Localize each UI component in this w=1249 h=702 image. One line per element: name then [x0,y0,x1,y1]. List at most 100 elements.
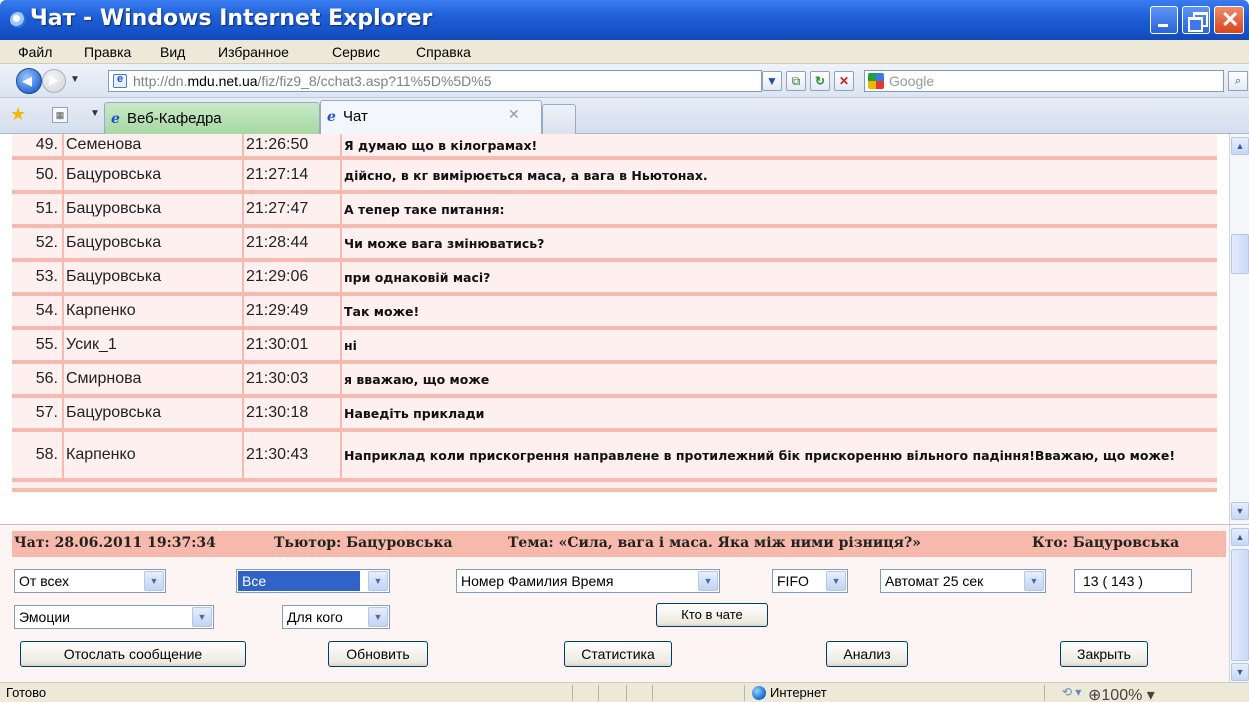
scroll-thumb[interactable] [1231,234,1249,274]
chevron-down-icon: ▼ [1024,571,1044,591]
forward-button[interactable] [42,69,66,93]
chat-row-message: дійсно, в кг вимірюється маса, а вага в … [340,160,1217,190]
ie-tab-icon: e [327,109,336,125]
chat-table: 49. Семенова 21:26:50 Я думаю що в кілограм… [12,134,1217,492]
tab-close-icon[interactable]: ✕ [508,106,520,123]
chat-row: 55. Усик_1 21:30:01 ні [12,330,1217,364]
analysis-button[interactable]: Анализ [826,641,908,667]
sort-fields-select[interactable]: Номер Фамилия Время ▼ [456,569,720,593]
stop-icon[interactable]: ✕ [834,71,854,91]
page-icon [113,73,127,88]
order-select[interactable]: FIFO ▼ [772,569,848,593]
chat-row: 49. Семенова 21:26:50 Я думаю що в кілограм… [12,134,1217,160]
send-message-button[interactable]: Отослать сообщение [20,641,246,667]
nav-history-dropdown-icon[interactable]: ▼ [70,74,80,85]
chat-row-message: я вважаю, що може [340,364,1217,394]
minimize-button[interactable] [1150,6,1178,34]
refresh-button[interactable]: Обновить [328,641,428,667]
for-whom-select[interactable]: Для кого ▼ [282,605,390,629]
chat-row-number: 57. [35,404,58,421]
tab-veb-kafedra[interactable]: e Веб-Кафедра [104,102,320,134]
scroll-thumb[interactable] [1231,549,1249,661]
menu-help[interactable]: Справка [416,44,471,60]
recipient-filter-value: Все [238,571,360,591]
new-tab-button[interactable] [542,104,576,134]
status-divider [626,685,627,701]
chat-row-partial [12,482,1217,492]
menu-tools[interactable]: Сервис [332,44,380,60]
chat-row-message: Так може! [340,296,1217,326]
chat-row-time: 21:27:47 [242,194,340,224]
chat-row-number: 50. [35,166,58,183]
chat-row-author: Бацуровська [62,160,240,190]
url-input[interactable]: http://dn.mdu.net.ua/fiz/fiz9_8/cchat3.a… [108,70,762,92]
window-title: Чат - Windows Internet Explorer [30,6,433,31]
from-select[interactable]: От всех ▼ [14,569,166,593]
search-go-icon[interactable]: ⌕ [1228,71,1248,91]
chat-row-author: Бацуровська [62,228,240,258]
favorites-star-icon[interactable]: ★ [10,104,26,125]
chat-scrollbar[interactable]: ▲ ▼ [1229,134,1249,524]
who-in-chat-button[interactable]: Кто в чате [656,603,768,627]
close-chat-button[interactable]: Закрыть [1060,641,1148,667]
chat-row: 50. Бацуровська 21:27:14 дійсно, в кг вимір… [12,160,1217,194]
chat-row-author: Бацуровська [62,398,240,428]
menu-favorites[interactable]: Избранное [218,44,289,60]
scroll-up-icon[interactable]: ▲ [1231,137,1249,155]
back-button[interactable] [16,68,42,94]
zoom-level[interactable]: ⊕100% ▾ [1088,685,1155,702]
chat-row-author: Карпенко [62,432,240,478]
status-divider [744,685,745,701]
title-bar: Чат - Windows Internet Explorer ✕ [0,0,1249,40]
chat-row-message: ні [340,330,1217,360]
chat-row-number: 56. [35,370,58,387]
compatibility-icon[interactable]: ⧉ [786,71,806,91]
chat-row-time: 21:30:43 [242,432,340,478]
recipient-filter-select[interactable]: Все ▼ [236,569,390,593]
chat-row: 54. Карпенко 21:29:49 Так може! [12,296,1217,330]
emotions-select[interactable]: Эмоции ▼ [14,605,214,629]
scroll-up-icon[interactable]: ▲ [1231,528,1249,546]
chat-messages-area: 49. Семенова 21:26:50 Я думаю що в кілограм… [0,134,1249,524]
tab-label: Чат [343,108,368,125]
scroll-down-icon[interactable]: ▼ [1231,663,1249,681]
chat-row-time: 21:29:06 [242,262,340,292]
chat-row-time: 21:26:50 [242,134,340,156]
menu-view[interactable]: Вид [160,44,185,60]
chat-row-time: 21:30:01 [242,330,340,360]
status-text: Готово [6,685,47,700]
chat-row-time: 21:30:03 [242,364,340,394]
close-window-button[interactable]: ✕ [1214,6,1244,34]
chat-row-time: 21:30:18 [242,398,340,428]
panel-scrollbar[interactable]: ▲ ▼ [1229,525,1249,683]
tab-list-dropdown-icon[interactable]: ▼ [90,108,100,119]
message-count-field[interactable]: 13 ( 143 ) [1074,569,1192,593]
menu-file[interactable]: Файл [18,44,52,60]
topic-label: Тема: «Сила, вага і маса. Яка між ними р… [508,535,921,551]
chat-row-number: 49. [35,136,58,153]
protected-mode-icon[interactable]: ⟲ ▾ [1062,685,1081,699]
chat-row-number: 55. [35,336,58,353]
tab-label: Веб-Кафедра [127,110,222,127]
chat-row-number: 53. [35,268,58,285]
chat-row-message: при однаковій масі? [340,262,1217,292]
chat-row-number: 58. [35,446,58,463]
sort-fields-value: Номер Фамилия Время [461,573,614,589]
quick-tabs-icon[interactable]: ▦ [52,107,68,123]
auto-refresh-select[interactable]: Автомат 25 сек ▼ [880,569,1046,593]
statistics-button[interactable]: Статистика [564,641,672,667]
refresh-icon[interactable]: ↻ [810,71,830,91]
url-dropdown-icon[interactable]: ▼ [762,71,782,91]
order-value: FIFO [777,573,809,589]
chat-date: Чат: 28.06.2011 19:37:34 [14,535,216,551]
menu-edit[interactable]: Правка [84,44,131,60]
chevron-down-icon: ▼ [698,571,718,591]
chevron-down-icon: ▼ [192,607,212,627]
search-input[interactable]: Google [864,70,1224,92]
chat-row-message: Я думаю що в кілограмах! [340,134,1217,156]
chat-row-message: Наприклад коли прискогрення направлене в… [340,432,1217,478]
scroll-down-icon[interactable]: ▼ [1231,502,1249,520]
chevron-down-icon: ▼ [368,571,388,591]
chat-row-message: А тепер таке питання: [340,194,1217,224]
maximize-button[interactable] [1182,6,1210,34]
